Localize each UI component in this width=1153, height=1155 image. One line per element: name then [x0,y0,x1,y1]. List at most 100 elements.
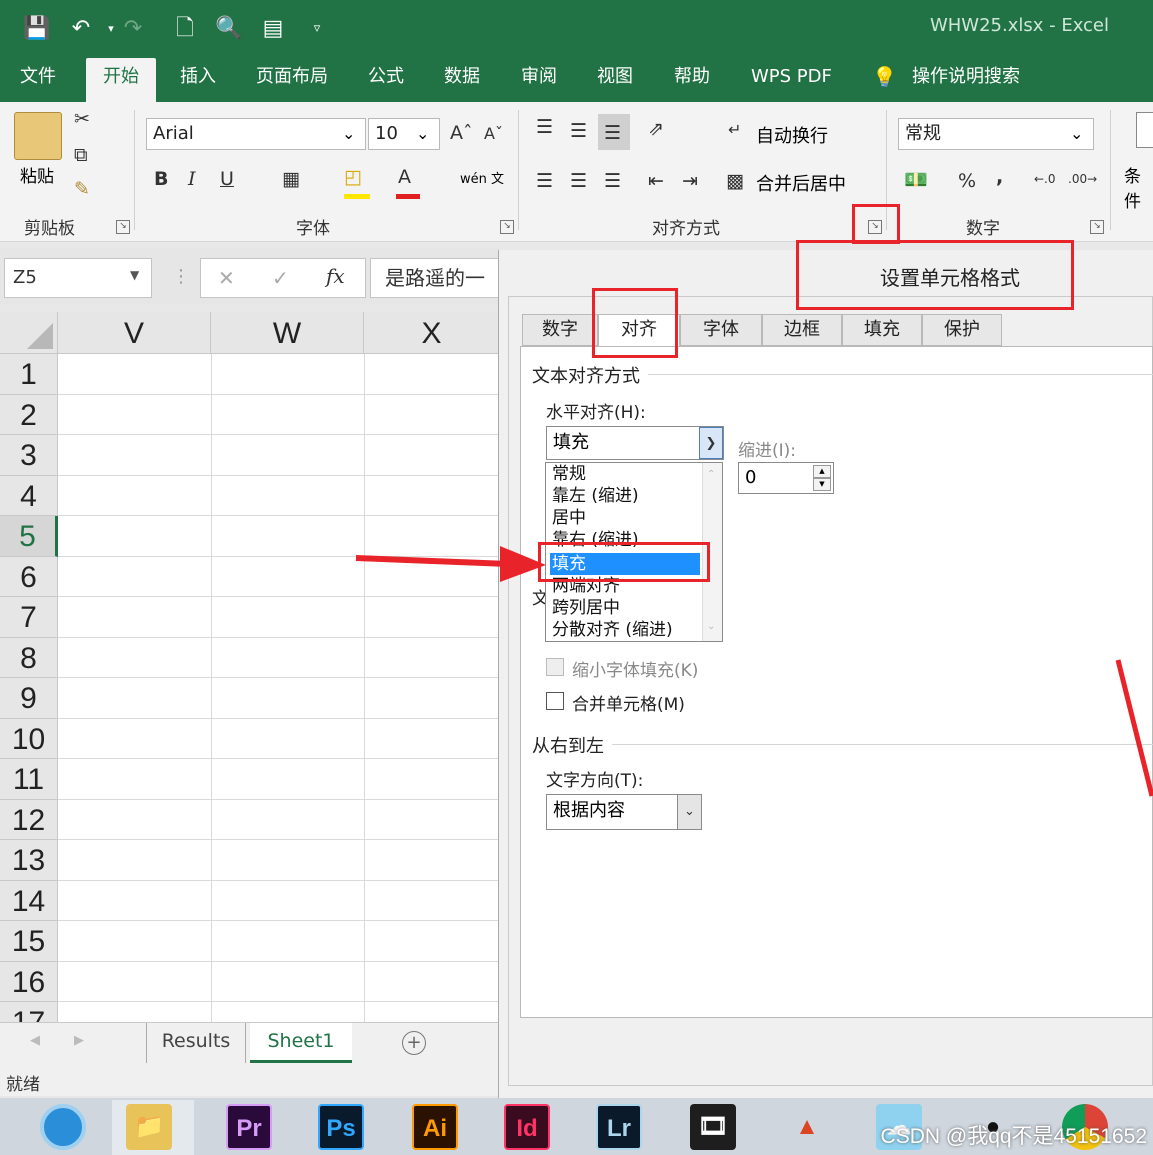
row-header[interactable]: 1 [0,354,58,395]
formula-input[interactable]: 是路遥的一 [370,258,500,298]
phonetic-icon[interactable]: wén 文 [460,168,504,187]
option-distributed[interactable]: 分散对齐 (缩进) [550,619,700,641]
align-right-icon[interactable]: ☰ [604,170,621,192]
paste-icon[interactable] [14,112,62,160]
row-header[interactable]: 8 [0,637,58,678]
number-launcher-icon[interactable]: ↘ [1090,220,1104,234]
currency-icon[interactable]: 💵 [904,168,928,191]
colorful-app-icon[interactable]: ▲ [784,1104,830,1150]
tab-review[interactable]: 审阅 [521,58,557,102]
photoshop-icon[interactable]: Ps [318,1104,364,1150]
comma-button[interactable]: , [996,166,1003,188]
clipboard-launcher-icon[interactable]: ↘ [116,220,130,234]
tab-wps-pdf[interactable]: WPS PDF [751,58,832,102]
new-file-icon[interactable]: 🗋 [170,14,200,44]
chevron-down-icon[interactable]: ❯ [699,427,723,459]
print-preview-icon[interactable]: 🔍 [214,14,244,44]
format-painter-icon[interactable]: ✎ [74,178,90,200]
select-all-button[interactable] [0,312,58,354]
scroll-left-icon[interactable]: ◀ [30,1033,40,1048]
tab-insert[interactable]: 插入 [180,58,216,102]
illustrator-icon[interactable]: Ai [412,1104,458,1150]
column-header-v[interactable]: V [58,312,211,354]
tab-help[interactable]: 帮助 [674,58,710,102]
tab-page-layout[interactable]: 页面布局 [256,58,328,102]
wrap-text-icon[interactable]: ↵ [728,120,741,139]
spin-up-icon[interactable]: ▲ [813,465,831,478]
tab-fill[interactable]: 填充 [842,314,922,346]
option-center[interactable]: 居中 [550,507,700,529]
copy-icon[interactable]: ⧉ [74,144,88,166]
tab-view[interactable]: 视图 [597,58,633,102]
row-header[interactable]: 10 [0,718,58,759]
align-center-icon[interactable]: ☰ [570,170,587,192]
undo-icon[interactable]: ↶ [66,14,96,44]
row-header-active[interactable]: 5 [0,516,58,557]
column-header-x[interactable]: X [364,312,500,354]
spin-down-icon[interactable]: ▼ [813,478,831,491]
option-general[interactable]: 常规 [550,463,700,485]
tab-file[interactable]: 文件 [20,58,56,102]
lightroom-icon[interactable]: Lr [596,1104,642,1150]
form-icon[interactable]: ▤ [258,14,288,44]
browser-app-icon[interactable] [40,1104,86,1150]
tab-protection[interactable]: 保护 [922,314,1002,346]
merge-cells-label[interactable]: 合并单元格(M) [572,690,685,715]
chevron-down-icon[interactable]: ⌄ [677,795,701,829]
underline-button[interactable]: U [220,168,234,190]
row-header[interactable]: 6 [0,556,58,597]
scroll-down-icon[interactable]: ⌄ [707,621,715,632]
conditional-format-button[interactable]: 条件 [1124,162,1153,212]
row-header[interactable]: 7 [0,597,58,638]
conditional-format-icon[interactable] [1136,112,1153,148]
row-header[interactable]: 9 [0,678,58,719]
cut-icon[interactable]: ✂ [74,108,90,130]
row-header[interactable]: 14 [0,880,58,921]
cancel-icon[interactable]: ✕ [218,266,235,290]
grow-font-icon[interactable]: Aˆ [450,122,473,144]
row-header[interactable]: 2 [0,394,58,435]
premiere-icon[interactable]: Pr [226,1104,272,1150]
font-name-combo[interactable]: Arial [146,118,366,150]
customize-toolbar-icon[interactable]: ▿ [302,14,332,44]
merge-center-button[interactable]: 合并后居中 [756,170,846,196]
add-sheet-icon[interactable]: + [402,1031,426,1055]
shrink-font-icon[interactable]: Aˇ [484,124,503,143]
chevron-down-icon[interactable]: ⌄ [342,124,355,143]
chevron-down-icon[interactable]: ⌄ [416,124,429,143]
insert-function-button[interactable]: fx [326,264,345,288]
wrap-text-button[interactable]: 自动换行 [756,122,828,148]
sheet-tab-sheet1[interactable]: Sheet1 [250,1023,352,1063]
number-format-combo[interactable]: 常规 [898,118,1094,150]
orientation-icon[interactable]: ⇗ [648,118,664,140]
text-direction-combo[interactable]: 根据内容 ⌄ [546,794,702,830]
row-header[interactable]: 16 [0,961,58,1002]
option-left-indent[interactable]: 靠左 (缩进) [550,485,700,507]
row-header[interactable]: 15 [0,921,58,962]
increase-indent-icon[interactable]: ⇥ [682,170,698,192]
paste-label[interactable]: 粘贴 [20,162,54,187]
tab-border[interactable]: 边框 [762,314,842,346]
percent-button[interactable]: % [958,170,976,192]
sheet-tab-results[interactable]: Results [146,1023,246,1063]
tab-number[interactable]: 数字 [522,314,598,346]
font-launcher-icon[interactable]: ↘ [500,220,514,234]
tab-data[interactable]: 数据 [444,58,480,102]
row-header[interactable]: 4 [0,475,58,516]
border-icon[interactable]: ▦ [282,168,300,190]
tab-formulas[interactable]: 公式 [368,58,404,102]
scroll-up-icon[interactable]: ⌃ [707,469,715,480]
tab-home[interactable]: 开始 [86,58,156,102]
chevron-down-icon[interactable]: ⌄ [1070,124,1083,143]
row-header[interactable]: 3 [0,435,58,476]
save-icon[interactable]: 💾 [22,14,52,44]
scroll-right-icon[interactable]: ▶ [74,1033,84,1048]
merge-icon[interactable]: ▩ [726,170,744,192]
tab-font[interactable]: 字体 [680,314,762,346]
horizontal-align-combo[interactable]: 填充 ❯ [546,426,724,460]
tell-me-search[interactable]: 操作说明搜索 [912,58,1020,102]
indesign-icon[interactable]: Id [504,1104,550,1150]
row-header[interactable]: 11 [0,759,58,800]
italic-button[interactable]: I [188,168,196,190]
enter-icon[interactable]: ✓ [272,266,289,290]
